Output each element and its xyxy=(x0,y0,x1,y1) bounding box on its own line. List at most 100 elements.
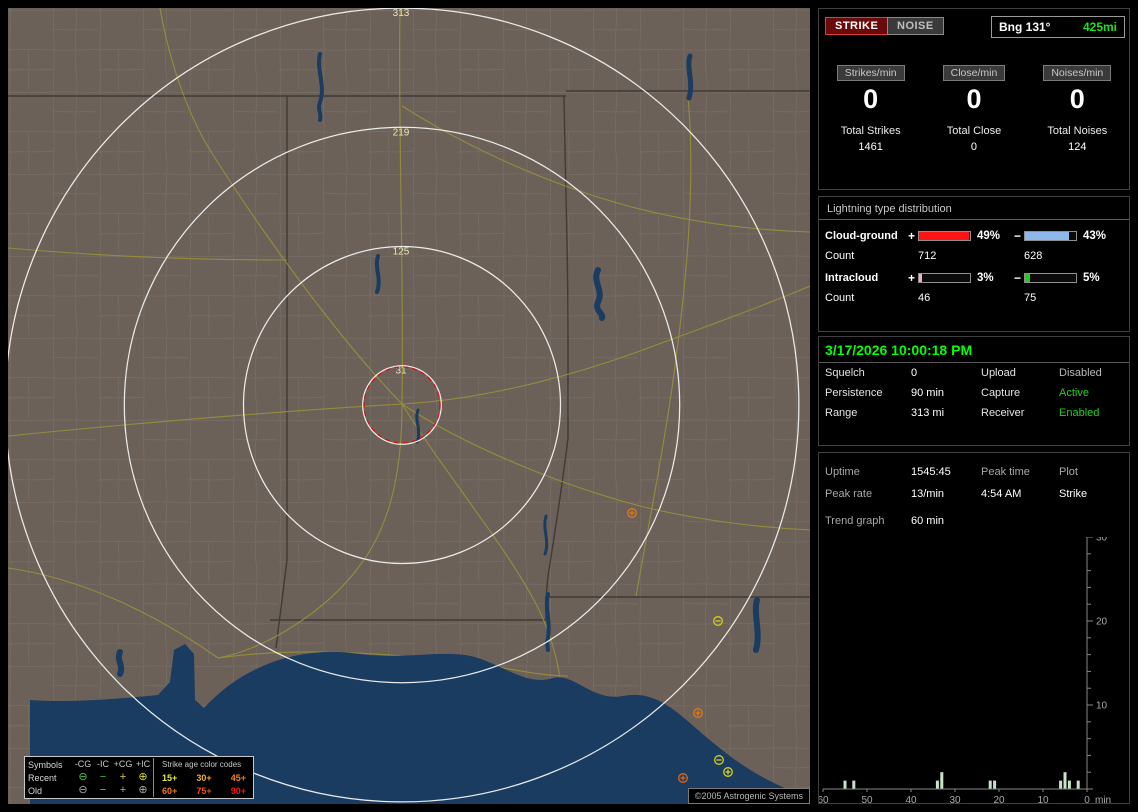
plus-sign: + xyxy=(907,229,915,243)
row-name: Cloud-ground xyxy=(825,230,898,242)
total-noises-value: 124 xyxy=(1068,141,1087,153)
pos-ic-pct: 3% xyxy=(977,272,994,284)
stats-row: Peak rate 13/min 4:54 AM Strike xyxy=(819,483,1129,505)
datetime-display: 3/17/2026 10:00:18 PM xyxy=(819,337,1129,363)
noises-per-min-value: 0 xyxy=(1069,84,1085,114)
bearing-range: 425mi xyxy=(1082,20,1117,34)
status-row: Range 313 mi Receiver Enabled xyxy=(819,403,1129,423)
status-value: 313 mi xyxy=(911,407,945,419)
trend-panel: Uptime 1545:45 Peak time Plot Peak rate … xyxy=(818,452,1130,805)
close-counter: Close/min 0 Total Close 0 xyxy=(922,63,1025,153)
pos-cg-bar-fill xyxy=(919,232,969,240)
neg-ic-bar xyxy=(1024,273,1077,283)
svg-text:30: 30 xyxy=(949,795,961,805)
neg-cg-icon: ⊖ xyxy=(78,771,88,783)
svg-text:40: 40 xyxy=(905,795,917,805)
pos-ic-bar xyxy=(918,273,971,283)
bearing-readout: Bng 131° 425mi xyxy=(991,16,1125,38)
status-value: Enabled xyxy=(1059,407,1100,419)
count-label: Count xyxy=(825,250,855,262)
svg-text:313: 313 xyxy=(393,8,410,19)
pos-ic-icon: ⊕ xyxy=(138,771,148,783)
distribution-title: Lightning type distribution xyxy=(819,197,1129,220)
legend-type-header: +CG xyxy=(113,759,133,769)
status-label: Receiver xyxy=(981,407,1025,419)
svg-text:219: 219 xyxy=(393,127,410,138)
age-code: 60+ xyxy=(162,785,178,796)
noises-counter: Noises/min 0 Total Noises 124 xyxy=(1026,63,1129,153)
counter-panel: STRIKE NOISE Bng 131° 425mi Strikes/min … xyxy=(818,8,1130,190)
svg-text:50: 50 xyxy=(861,795,873,805)
lightning-detector-app: 313 219 125 31 Symbols -CG -IC +CG +IC Stri… xyxy=(0,0,1138,812)
plus-sign: + xyxy=(907,271,915,285)
noise-toggle-button[interactable]: NOISE xyxy=(887,17,944,35)
neg-cg-bar xyxy=(1024,231,1077,241)
neg-ic-icon: − xyxy=(99,771,107,783)
status-value: 0 xyxy=(911,367,918,379)
legend-type-header: -CG xyxy=(74,759,92,769)
svg-text:10: 10 xyxy=(1037,795,1049,805)
neg-cg-pct: 43% xyxy=(1083,230,1107,242)
noises-per-min-button[interactable]: Noises/min xyxy=(1043,65,1112,81)
pos-cg-pct: 49% xyxy=(977,230,1001,242)
pos-ic-icon: ⊕ xyxy=(138,784,148,796)
close-per-min-button[interactable]: Close/min xyxy=(942,65,1006,81)
stats-row: Uptime 1545:45 Peak time Plot xyxy=(819,461,1129,483)
status-label: Upload xyxy=(981,367,1016,379)
neg-cg-bar-fill xyxy=(1025,232,1069,240)
neg-ic-bar-fill xyxy=(1025,274,1031,282)
status-label: Squelch xyxy=(825,367,865,379)
age-code: 45+ xyxy=(230,772,246,783)
status-label: Capture xyxy=(981,387,1021,399)
strikes-counter: Strikes/min 0 Total Strikes 1461 xyxy=(819,63,922,153)
pos-cg-bar xyxy=(918,231,971,241)
intracloud-counts: Count 46 75 xyxy=(819,292,1129,304)
info-panel: STRIKE NOISE Bng 131° 425mi Strikes/min … xyxy=(818,8,1130,805)
legend-symbols-title: Symbols xyxy=(28,759,63,770)
svg-text:125: 125 xyxy=(393,247,410,258)
minus-sign: − xyxy=(1013,229,1021,243)
intracloud-row: Intracloud + 3% − 5% xyxy=(819,271,1129,285)
status-label: Persistence xyxy=(825,387,883,399)
minus-sign: − xyxy=(1013,271,1021,285)
neg-ic-pct: 5% xyxy=(1083,272,1100,284)
strike-map[interactable]: 313 219 125 31 Symbols -CG -IC +CG +IC Stri… xyxy=(8,8,810,804)
map-canvas[interactable]: 31321912531 xyxy=(8,8,810,804)
count-label: Count xyxy=(825,292,855,304)
cloud-ground-row: Cloud-ground + 49% − 43% xyxy=(819,229,1129,243)
status-row: Squelch 0 Upload Disabled xyxy=(819,363,1129,383)
stats-cell: Peak rate xyxy=(825,488,873,500)
neg-cg-count: 628 xyxy=(1024,250,1043,262)
svg-text:10: 10 xyxy=(1096,701,1108,712)
stats-cell: Plot xyxy=(1059,466,1078,478)
legend-age-title: Strike age color codes xyxy=(153,758,250,771)
distribution-panel: Lightning type distribution Cloud-ground… xyxy=(818,196,1130,332)
stats-cell: 1545:45 xyxy=(911,466,951,478)
strikes-per-min-button[interactable]: Strikes/min xyxy=(836,65,905,81)
pos-ic-count: 46 xyxy=(918,292,931,304)
svg-text:20: 20 xyxy=(1096,617,1108,628)
stats-cell: 4:54 AM xyxy=(981,488,1022,500)
stats-cell: Uptime xyxy=(825,466,860,478)
status-label: Range xyxy=(825,407,858,419)
status-value: 90 min xyxy=(911,387,945,399)
legend-type-header: +IC xyxy=(135,759,151,769)
neg-cg-icon: ⊖ xyxy=(78,784,88,796)
pos-cg-count: 712 xyxy=(918,250,937,262)
trend-graph: 10 20 30 60 50 40 30 20 10 0 min xyxy=(819,537,1111,805)
stats-cell: 13/min xyxy=(911,488,945,500)
strike-toggle-button[interactable]: STRIKE xyxy=(825,17,889,35)
status-value: Active xyxy=(1059,387,1089,399)
stats-cell: Peak time xyxy=(981,466,1030,478)
svg-text:0: 0 xyxy=(1084,795,1090,805)
trend-window-value: 60 min xyxy=(911,515,945,527)
close-per-min-value: 0 xyxy=(966,84,982,114)
cloud-ground-counts: Count 712 628 xyxy=(819,250,1129,262)
total-strikes-value: 1461 xyxy=(858,141,883,153)
age-code: 15+ xyxy=(162,772,178,783)
legend-type-header: -IC xyxy=(97,759,109,769)
pos-ic-bar-fill xyxy=(919,274,923,282)
map-legend: Symbols -CG -IC +CG +IC Strike age color… xyxy=(24,756,254,799)
total-noises-label: Total Noises xyxy=(1047,125,1108,137)
copyright-notice: ©2005 Astrogenic Systems xyxy=(687,788,810,804)
